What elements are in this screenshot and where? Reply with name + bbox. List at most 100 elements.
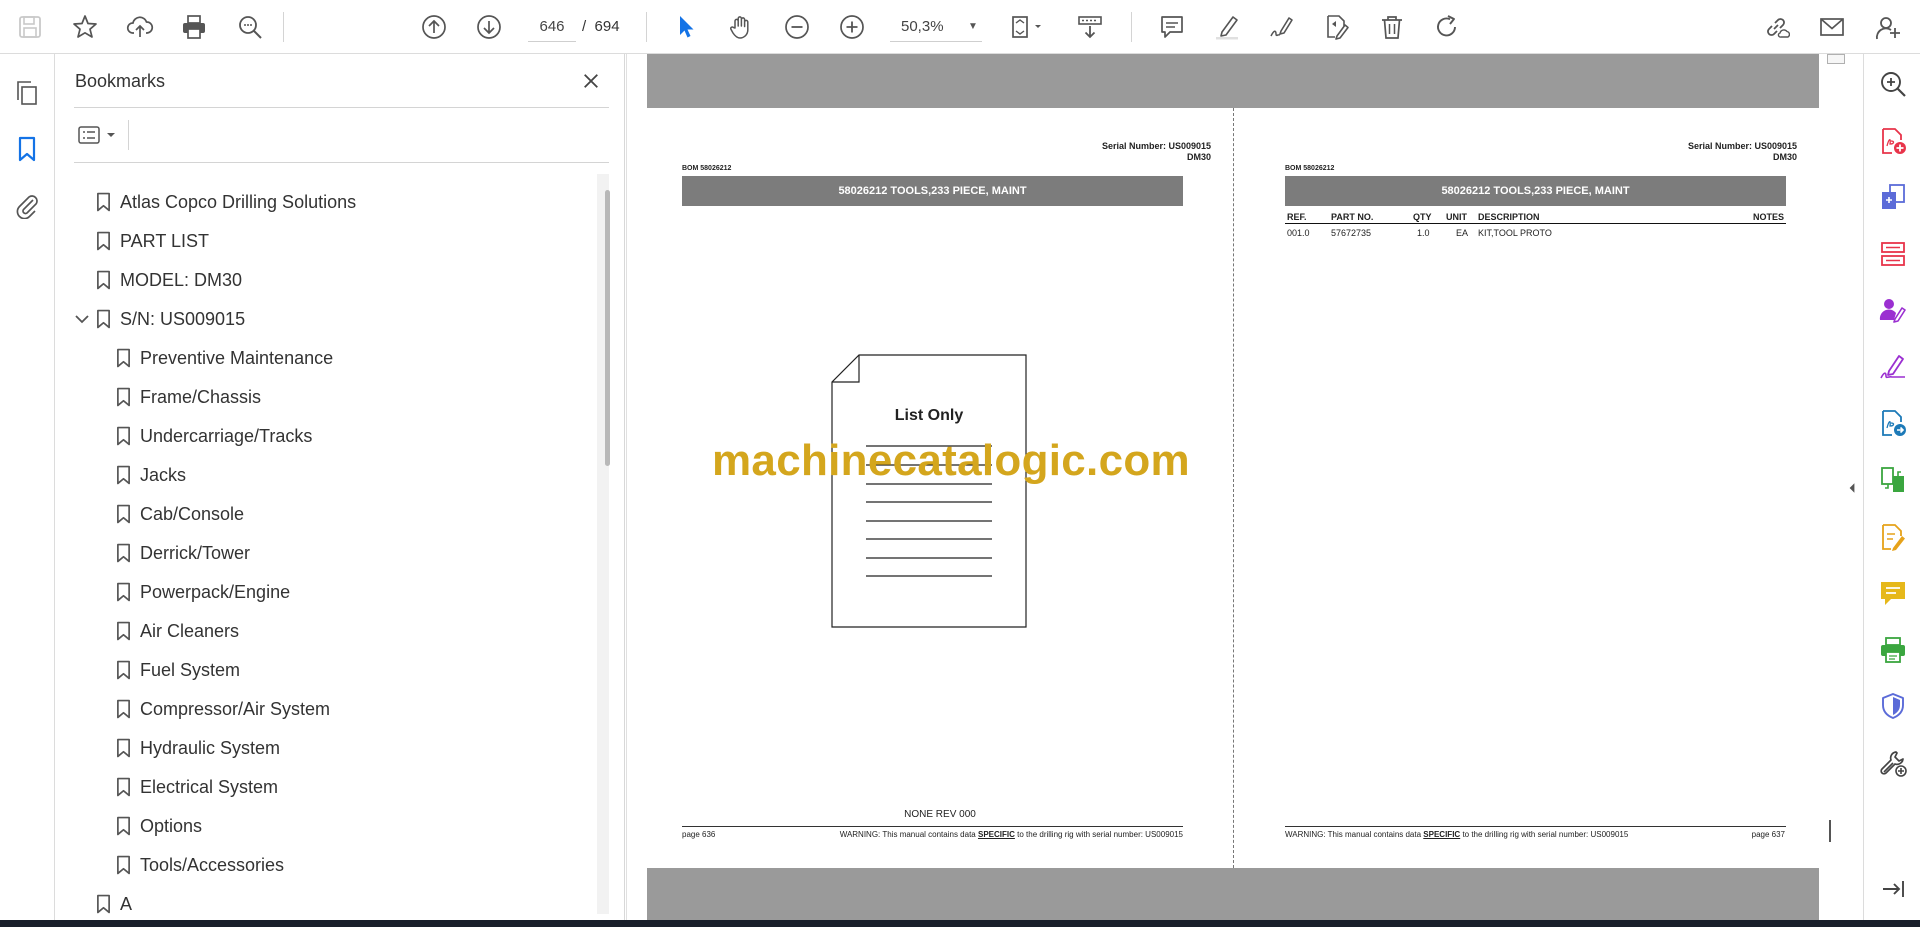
document-scrollbar-thumb[interactable]: [1827, 54, 1845, 64]
chevron-down-icon: [107, 133, 115, 137]
page-footer-number: page 636: [682, 830, 716, 839]
bookmark-item[interactable]: MODEL: DM30: [74, 262, 574, 298]
comment-icon[interactable]: [1154, 9, 1190, 45]
share-link-icon[interactable]: [1758, 9, 1794, 45]
save-icon[interactable]: [12, 9, 48, 45]
bookmark-icon: [112, 618, 134, 644]
bookmark-options-button[interactable]: [76, 120, 122, 150]
zoom-out-icon[interactable]: [779, 9, 815, 45]
table-header-row: REF. PART NO. QTY UNIT DESCRIPTION NOTES: [1285, 210, 1786, 224]
page-header-serial: Serial Number: US009015 DM30: [1687, 141, 1797, 162]
bookmark-label: Jacks: [140, 464, 187, 485]
divider: [128, 120, 129, 150]
account-icon[interactable]: [1870, 9, 1906, 45]
select-cursor-icon[interactable]: [668, 9, 704, 45]
bookmark-item[interactable]: Undercarriage/Tracks: [74, 418, 574, 454]
bookmark-icon: [92, 267, 114, 293]
bookmark-label: Compressor/Air System: [140, 698, 331, 719]
bookmark-item[interactable]: Air Cleaners: [74, 613, 574, 649]
bookmark-label: Fuel System: [140, 659, 241, 680]
delete-icon[interactable]: [1374, 9, 1410, 45]
top-toolbar: / 694 50,3% ▼: [0, 0, 1920, 54]
print-icon[interactable]: [176, 9, 212, 45]
upload-icon[interactable]: [122, 9, 158, 45]
next-page-icon[interactable]: [471, 9, 507, 45]
edit-pdf-icon[interactable]: [1319, 9, 1355, 45]
bookmark-item[interactable]: Cab/Console: [74, 496, 574, 532]
zoom-in-icon[interactable]: [834, 9, 870, 45]
toolbar-divider: [283, 12, 284, 42]
bookmark-item[interactable]: PART LIST: [74, 223, 574, 259]
close-icon[interactable]: [576, 66, 606, 96]
pdf-page-right[interactable]: Serial Number: US009015 DM30 BOM 5802621…: [1233, 108, 1819, 868]
bookmark-item[interactable]: A: [74, 886, 574, 916]
bookmark-item[interactable]: Frame/Chassis: [74, 379, 574, 415]
revision-label: NONE REV 000: [904, 809, 976, 820]
bookmark-item[interactable]: Powerpack/Engine: [74, 574, 574, 610]
bookmark-icon: [112, 774, 134, 800]
column-header: UNIT: [1446, 212, 1467, 222]
search-tools-icon[interactable]: [1876, 67, 1910, 101]
right-tools-rail: [1863, 54, 1920, 920]
star-icon[interactable]: [67, 9, 103, 45]
divider: [74, 107, 609, 108]
attachments-icon[interactable]: [10, 188, 44, 222]
bookmark-item[interactable]: Atlas Copco Drilling Solutions: [74, 184, 574, 220]
zoom-value: 50,3%: [901, 18, 944, 35]
list-options-icon: [78, 126, 100, 144]
print-production-icon[interactable]: [1876, 633, 1910, 667]
column-header: REF.: [1287, 212, 1307, 222]
bookmark-label: Undercarriage/Tracks: [140, 425, 313, 446]
previous-page-icon[interactable]: [416, 9, 452, 45]
compare-files-icon[interactable]: [1876, 463, 1910, 497]
bookmark-item[interactable]: Fuel System: [74, 652, 574, 688]
organize-pages-icon[interactable]: [1876, 237, 1910, 271]
page-number-input[interactable]: [528, 12, 576, 42]
bookmark-item[interactable]: Options: [74, 808, 574, 844]
fit-page-icon[interactable]: [1003, 9, 1051, 45]
page-footer-warning: WARNING: This manual contains data SPECI…: [1285, 830, 1629, 839]
pdf-page-left[interactable]: Serial Number: US009015 DM30 BOM 5802621…: [647, 108, 1233, 868]
zoom-dropdown[interactable]: 50,3% ▼: [890, 12, 982, 42]
fill-sign-icon[interactable]: [1876, 350, 1910, 384]
bookmark-item[interactable]: S/N: US009015: [74, 301, 574, 337]
combine-files-icon[interactable]: [1876, 180, 1910, 214]
bookmark-item[interactable]: Compressor/Air System: [74, 691, 574, 727]
comment-tool-icon[interactable]: [1876, 576, 1910, 610]
column-header: DESCRIPTION: [1478, 212, 1540, 222]
bookmark-item[interactable]: Jacks: [74, 457, 574, 493]
bookmark-icon: [112, 735, 134, 761]
create-pdf-icon[interactable]: [1876, 124, 1910, 158]
sign-icon[interactable]: [1264, 9, 1300, 45]
bookmarks-title: Bookmarks: [75, 71, 166, 91]
expand-panel-icon[interactable]: [1876, 872, 1910, 906]
bookmark-item[interactable]: Hydraulic System: [74, 730, 574, 766]
bookmarks-scrollbar-thumb[interactable]: [605, 190, 610, 466]
bookmark-icon: [112, 501, 134, 527]
protect-icon[interactable]: [1876, 689, 1910, 723]
scroll-mode-icon[interactable]: [1072, 9, 1108, 45]
highlight-icon[interactable]: [1209, 9, 1245, 45]
bookmark-item[interactable]: Tools/Accessories: [74, 847, 574, 883]
edit-pdf-tool-icon[interactable]: [1876, 520, 1910, 554]
bookmark-item[interactable]: Derrick/Tower: [74, 535, 574, 571]
bookmarks-icon[interactable]: [10, 132, 44, 166]
bookmark-item[interactable]: Preventive Maintenance: [74, 340, 574, 376]
email-icon[interactable]: [1814, 9, 1850, 45]
toolbar-divider: [1131, 12, 1132, 42]
request-signature-icon[interactable]: [1876, 293, 1910, 327]
more-tools-icon[interactable]: [1876, 746, 1910, 780]
table-cell: 001.0: [1287, 228, 1310, 238]
chevron-down-icon[interactable]: [74, 309, 92, 329]
table-cell: EA: [1456, 228, 1469, 238]
bookmark-icon: [112, 540, 134, 566]
bom-number: BOM 58026212: [1285, 165, 1335, 172]
rotate-icon[interactable]: [1429, 9, 1465, 45]
collapse-right-panel-handle[interactable]: [1846, 470, 1858, 506]
search-zoom-icon[interactable]: [232, 9, 268, 45]
page-thumbnails-icon[interactable]: [10, 76, 44, 110]
bookmark-item[interactable]: Electrical System: [74, 769, 574, 805]
export-pdf-icon[interactable]: [1876, 406, 1910, 440]
table-cell: 1.0: [1417, 228, 1430, 238]
hand-icon[interactable]: [723, 9, 759, 45]
